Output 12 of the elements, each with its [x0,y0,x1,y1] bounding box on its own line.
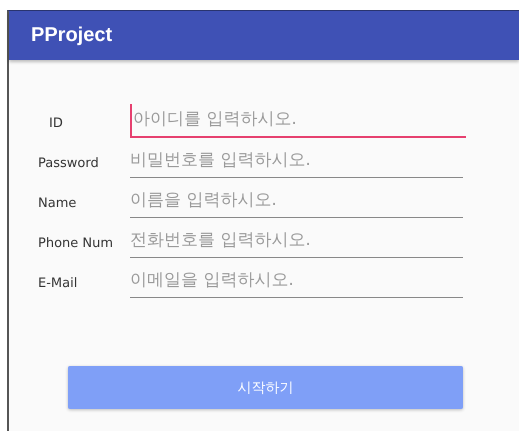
field-label: Name [37,196,78,213]
input-field[interactable]: 이메일을 입력하시오. [130,265,463,298]
field-label: Phone Num [37,236,114,253]
input-field[interactable]: 비밀번호를 입력하시오. [130,145,463,178]
field-label: E-Mail [37,276,78,293]
field-label: Password [37,156,100,173]
app-title: PProject [31,24,112,47]
input-field[interactable]: 전화번호를 입력하시오. [130,225,463,258]
input-field[interactable]: 이름을 입력하시오. [130,185,463,218]
input-field[interactable]: 아이디를 입력하시오. [130,104,466,138]
start-button[interactable]: 시작하기 [68,366,463,409]
field-label: ID [48,116,64,133]
